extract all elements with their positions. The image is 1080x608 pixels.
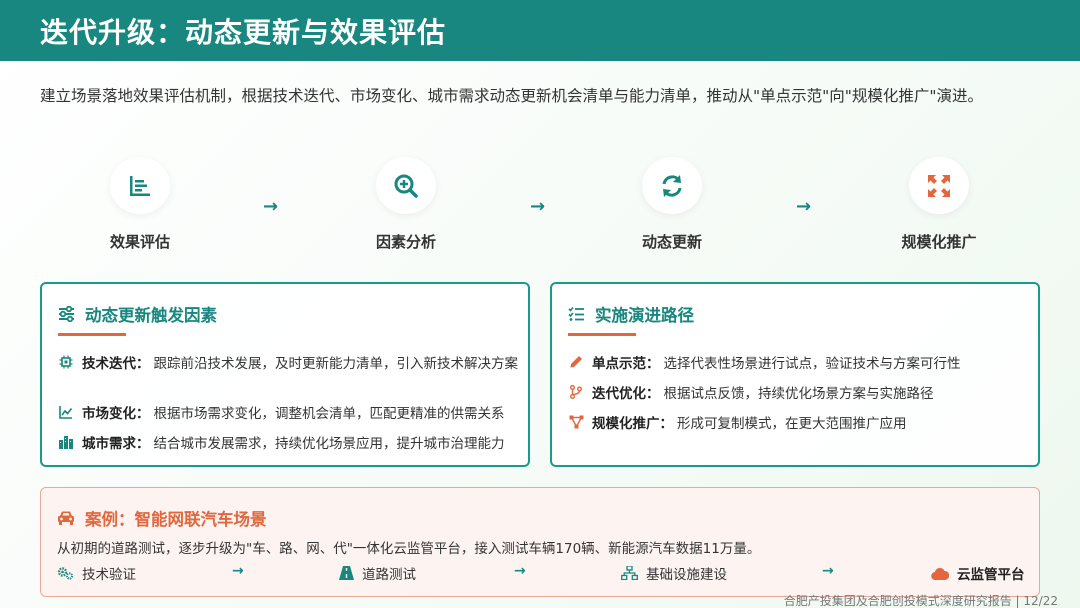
item-key: 迭代优化： <box>592 386 660 402</box>
sliders-icon <box>59 306 74 322</box>
step-circle <box>110 157 170 214</box>
branch-icon <box>568 384 584 400</box>
line-chart-icon <box>58 404 74 420</box>
car-icon <box>58 511 74 525</box>
card-title-text: 实施演进路径 <box>595 306 694 325</box>
card-title-text: 动态更新触发因素 <box>85 306 217 325</box>
trigger-item-market: 市场变化： 根据市场需求变化，调整机会清单，匹配更精准的供需关系 <box>58 402 505 422</box>
bar-chart-icon <box>130 175 150 196</box>
item-text: 根据试点反馈，持续优化场景方案与实施路径 <box>663 386 934 402</box>
path-item-scale: 规模化推广： 形成可复制模式，在更大范围推广应用 <box>568 412 907 432</box>
arrow-icon: → <box>822 563 834 579</box>
chip-icon <box>58 354 74 370</box>
card-title: 动态更新触发因素 <box>58 302 217 326</box>
path-item-single-point: 单点示范： 选择代表性场景进行试点，验证技术与方案可行性 <box>568 352 961 372</box>
network-icon <box>568 414 584 430</box>
step-dynamic-update: 动态更新 <box>612 157 732 252</box>
pen-icon <box>568 354 584 370</box>
item-text: 形成可复制模式，在更大范围推广应用 <box>677 416 907 432</box>
step-label: 规模化推广 <box>901 233 977 251</box>
item-key: 城市需求： <box>82 436 150 452</box>
card-title: 实施演进路径 <box>568 302 694 326</box>
item-key: 规模化推广： <box>592 416 673 432</box>
step-circle <box>642 157 702 214</box>
item-key: 技术迭代： <box>82 356 150 372</box>
header-bar: 迭代升级：动态更新与效果评估 <box>0 0 1080 61</box>
arrow-icon: → <box>232 563 244 579</box>
arrow-icon: → <box>263 196 279 217</box>
item-text: 结合城市发展需求，持续优化场景应用，提升城市治理能力 <box>153 436 505 452</box>
item-text: 根据市场需求变化，调整机会清单，匹配更精准的供需关系 <box>153 406 505 422</box>
arrow-icon: → <box>530 196 546 217</box>
trigger-item-city: 城市需求： 结合城市发展需求，持续优化场景应用，提升城市治理能力 <box>58 432 505 452</box>
arrow-icon: → <box>514 563 526 579</box>
flow-infrastructure: 基础设施建设 <box>621 563 727 583</box>
step-effect-evaluation: 效果评估 <box>80 157 200 252</box>
item-text: 跟踪前沿技术发展，及时更新能力清单，引入新技术解决方案 <box>153 356 519 372</box>
flow-label: 道路测试 <box>362 567 416 583</box>
item-key: 市场变化： <box>82 406 150 422</box>
flow-cloud-platform: 云监管平台 <box>931 563 1025 583</box>
refresh-icon <box>662 174 682 197</box>
gears-icon <box>57 567 74 580</box>
flow-label: 技术验证 <box>82 567 136 583</box>
path-item-iteration: 迭代优化： 根据试点反馈，持续优化场景方案与实施路径 <box>568 382 934 402</box>
city-icon <box>58 434 74 450</box>
trigger-item-tech: 技术迭代： 跟踪前沿技术发展，及时更新能力清单，引入新技术解决方案 <box>58 352 518 372</box>
step-label: 动态更新 <box>641 233 702 251</box>
case-title: 案例：智能网联汽车场景 <box>57 506 267 530</box>
flow-tech-validation: 技术验证 <box>57 563 136 583</box>
trigger-factors-card: 动态更新触发因素 技术迭代： 跟踪前沿技术发展，及时更新能力清单，引入新技术解决… <box>40 282 530 467</box>
arrow-icon: → <box>796 196 812 217</box>
item-text: 选择代表性场景进行试点，验证技术与方案可行性 <box>663 356 961 372</box>
flow-label: 基础设施建设 <box>646 567 727 583</box>
step-label: 效果评估 <box>109 233 170 251</box>
step-factor-analysis: 因素分析 <box>346 157 466 252</box>
flow-label: 云监管平台 <box>957 567 1025 583</box>
search-plus-icon <box>394 174 418 198</box>
case-description: 从初期的道路测试，逐步升级为"车、路、网、代"一体化云监管平台，接入测试车辆17… <box>57 541 761 557</box>
flow-road-test: 道路测试 <box>339 563 416 583</box>
step-circle <box>909 157 969 214</box>
expand-icon <box>928 174 950 197</box>
item-key: 单点示范： <box>592 356 660 372</box>
title-underline <box>568 333 636 336</box>
page-title: 迭代升级：动态更新与效果评估 <box>40 15 447 49</box>
step-scale-promotion: 规模化推广 <box>879 157 999 252</box>
list-check-icon <box>568 306 584 321</box>
road-icon <box>339 566 354 580</box>
step-circle <box>376 157 436 214</box>
title-underline <box>58 333 126 336</box>
sitemap-icon <box>621 566 638 580</box>
implementation-path-card: 实施演进路径 单点示范： 选择代表性场景进行试点，验证技术与方案可行性 迭代优化… <box>550 282 1040 467</box>
case-title-text: 案例：智能网联汽车场景 <box>85 510 267 529</box>
case-box: 案例：智能网联汽车场景 从初期的道路测试，逐步升级为"车、路、网、代"一体化云监… <box>40 487 1040 597</box>
step-label: 因素分析 <box>375 233 436 251</box>
intro-text: 建立场景落地效果评估机制，根据技术迭代、市场变化、城市需求动态更新机会清单与能力… <box>40 87 984 105</box>
footer-text: 合肥产投集团及合肥创投模式深度研究报告 | 12/22 <box>783 594 1058 608</box>
cloud-icon <box>931 567 949 580</box>
